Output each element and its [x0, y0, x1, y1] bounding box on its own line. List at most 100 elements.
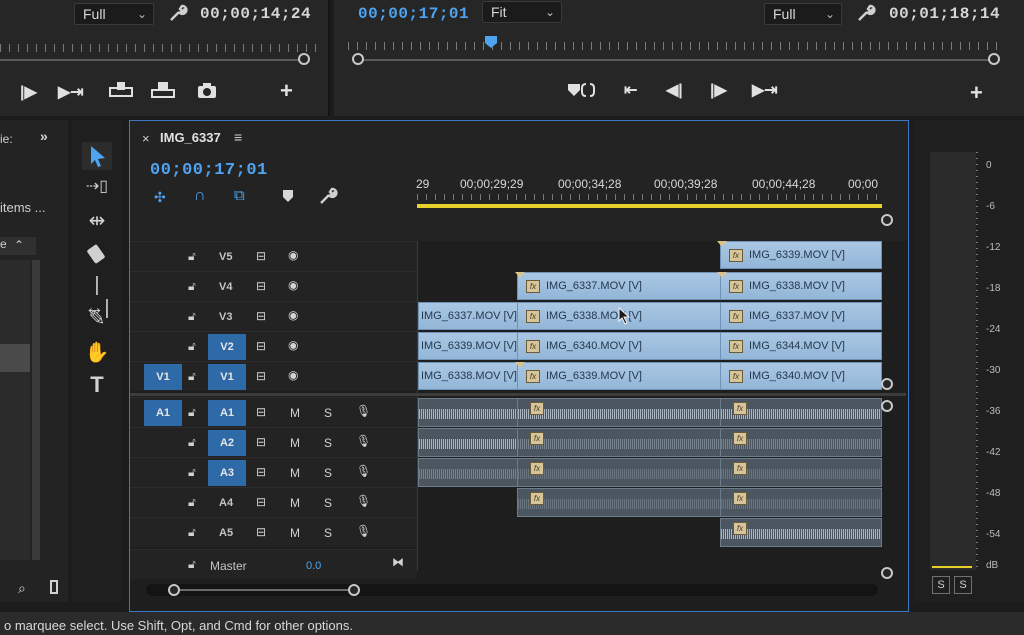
clip-v5-c[interactable]: fx IMG_6339.MOV [V]: [720, 241, 882, 269]
project-scrollbar[interactable]: [32, 260, 40, 560]
lock-icon[interactable]: 🔓︎: [188, 405, 196, 420]
lock-icon[interactable]: 🔓︎: [188, 435, 196, 450]
panel-overflow-icon[interactable]: »: [40, 128, 48, 144]
slip-tool-icon[interactable]: |↔|: [82, 274, 112, 319]
sync-lock-icon[interactable]: ⊟: [256, 435, 266, 449]
lock-icon[interactable]: 🔓︎: [188, 249, 196, 264]
add-button-icon[interactable]: +: [280, 78, 293, 104]
sequence-tab-title[interactable]: IMG_6337: [160, 130, 221, 145]
source-patch-a1[interactable]: A1: [144, 400, 182, 426]
lock-icon[interactable]: 🔓︎: [188, 557, 196, 572]
linked-selection-icon[interactable]: ⧉: [234, 187, 245, 204]
clip-v3-a[interactable]: IMG_6337.MOV [V]: [418, 302, 518, 330]
sync-lock-icon[interactable]: ⊟: [256, 279, 266, 293]
program-zoom-dropdown[interactable]: Fit ⌄: [482, 1, 562, 23]
sync-lock-icon[interactable]: ⊟: [256, 525, 266, 539]
close-tab-icon[interactable]: ×: [142, 131, 150, 146]
meter-solo-right[interactable]: S: [954, 576, 972, 594]
sync-lock-icon[interactable]: ⊟: [256, 369, 266, 383]
mute-button[interactable]: M: [290, 526, 300, 540]
lock-icon[interactable]: 🔓︎: [188, 339, 196, 354]
transition-marker[interactable]: [717, 272, 727, 278]
microphone-icon[interactable]: 🎙︎: [356, 524, 371, 538]
audio-clip-a5-c[interactable]: fx: [720, 518, 882, 547]
add-marker-icon[interactable]: [566, 80, 596, 100]
track-target-a3[interactable]: A3: [208, 460, 246, 486]
track-target-a1[interactable]: A1: [208, 400, 246, 426]
audio-clip-a1-b[interactable]: fx: [517, 398, 721, 427]
audio-clip-a3-b[interactable]: fx: [517, 458, 721, 487]
audio-scroll-handle[interactable]: [881, 400, 893, 412]
eye-icon[interactable]: ◉: [288, 308, 298, 322]
add-button-icon[interactable]: +: [970, 80, 983, 106]
meter-solo-left[interactable]: S: [932, 576, 950, 594]
source-timecode[interactable]: 00;00;14;24: [200, 5, 311, 23]
track-target-v1[interactable]: V1: [208, 364, 246, 390]
clip-v3-c[interactable]: fx IMG_6337.MOV [V]: [720, 302, 882, 330]
hand-tool-icon[interactable]: ✋: [82, 340, 112, 368]
microphone-icon[interactable]: 🎙︎: [356, 464, 371, 478]
microphone-icon[interactable]: 🎙︎: [356, 494, 371, 508]
audio-clip-a1-a[interactable]: [418, 398, 518, 427]
pen-tool-icon[interactable]: ✎: [82, 306, 112, 334]
sync-lock-icon[interactable]: ⊟: [256, 309, 266, 323]
audio-clip-a3-a[interactable]: [418, 458, 518, 487]
source-scroll-handle[interactable]: [298, 53, 310, 65]
sync-lock-icon[interactable]: ⊟: [256, 465, 266, 479]
clip-v2-b[interactable]: fx IMG_6340.MOV [V]: [517, 332, 721, 360]
go-to-out-icon[interactable]: ▶⇥: [752, 80, 778, 100]
source-patch-v1[interactable]: V1: [144, 364, 182, 390]
mute-button[interactable]: M: [290, 406, 300, 420]
lock-icon[interactable]: 🔓︎: [188, 369, 196, 384]
add-marker-icon[interactable]: [282, 189, 294, 203]
selection-tool-icon[interactable]: [82, 142, 112, 170]
eye-icon[interactable]: ◉: [288, 248, 298, 262]
audio-clip-a2-a[interactable]: [418, 428, 518, 457]
video-audio-divider[interactable]: [130, 393, 906, 396]
eye-icon[interactable]: ◉: [288, 338, 298, 352]
snap-magnet-icon[interactable]: ∩: [194, 187, 206, 205]
program-current-timecode[interactable]: 00;00;17;01: [358, 5, 469, 23]
lock-icon[interactable]: 🔓︎: [188, 309, 196, 324]
step-forward-icon[interactable]: |▶: [710, 80, 727, 100]
eye-icon[interactable]: ◉: [288, 278, 298, 292]
timeline-playhead-timecode[interactable]: 00;00;17;01: [150, 161, 268, 180]
clip-v2-c[interactable]: fx IMG_6344.MOV [V]: [720, 332, 882, 360]
insert-icon[interactable]: [108, 80, 134, 100]
wrench-icon[interactable]: [318, 187, 338, 205]
scrollbar-handle-left[interactable]: [168, 584, 180, 596]
clip-v2-a[interactable]: IMG_6339.MOV [V]: [418, 332, 518, 360]
solo-button[interactable]: S: [324, 526, 332, 540]
source-zoom-scrollbar[interactable]: [0, 59, 300, 61]
mute-button[interactable]: M: [290, 466, 300, 480]
overwrite-icon[interactable]: [150, 80, 176, 100]
step-forward-icon[interactable]: |▶: [20, 82, 37, 102]
sync-lock-icon[interactable]: ⊟: [256, 249, 266, 263]
solo-button[interactable]: S: [324, 406, 332, 420]
playback-resolution-dropdown[interactable]: Full ⌄: [764, 3, 842, 25]
microphone-icon[interactable]: 🎙︎: [356, 434, 371, 448]
clip-v4-b[interactable]: fx IMG_6337.MOV [V]: [517, 272, 721, 300]
source-zoom-dropdown[interactable]: Full ⌄: [74, 3, 154, 25]
solo-button[interactable]: S: [324, 436, 332, 450]
mute-button[interactable]: M: [290, 436, 300, 450]
audio-clip-a4-b[interactable]: fx: [517, 488, 721, 517]
wrench-icon[interactable]: [856, 4, 876, 22]
audio-clip-a2-c[interactable]: fx: [720, 428, 882, 457]
sync-lock-icon[interactable]: ⊟: [256, 339, 266, 353]
search-icon[interactable]: ⌕: [18, 580, 26, 597]
ripple-edit-tool-icon[interactable]: ⇹: [82, 208, 112, 236]
go-to-out-icon[interactable]: ▶⇥: [58, 82, 84, 102]
audio-scroll-handle-bottom[interactable]: [881, 567, 893, 579]
lock-icon[interactable]: 🔓︎: [188, 465, 196, 480]
lock-icon[interactable]: 🔓︎: [188, 525, 196, 540]
go-to-in-icon[interactable]: ⇤: [624, 80, 637, 100]
step-back-icon[interactable]: ◀|: [666, 80, 683, 100]
audio-clip-a3-c[interactable]: fx: [720, 458, 882, 487]
sync-lock-icon[interactable]: ⊟: [256, 495, 266, 509]
razor-tool-icon[interactable]: [82, 240, 112, 268]
track-target-v2[interactable]: V2: [208, 334, 246, 360]
clip-v1-c[interactable]: fx IMG_6340.MOV [V]: [720, 362, 882, 390]
microphone-icon[interactable]: 🎙︎: [356, 404, 371, 418]
track-target-a2[interactable]: A2: [208, 430, 246, 456]
